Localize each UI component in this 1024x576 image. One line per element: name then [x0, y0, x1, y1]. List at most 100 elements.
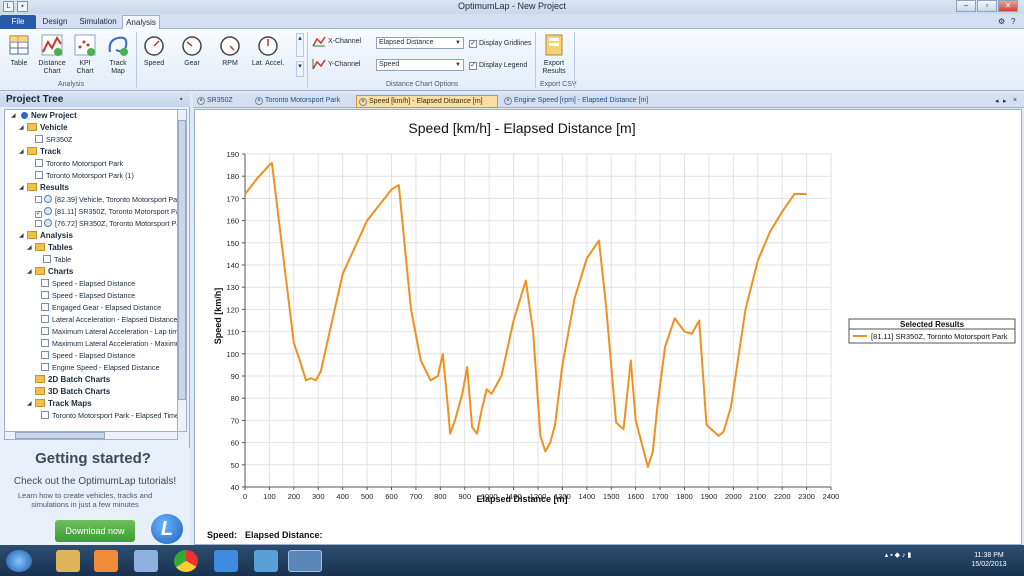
tray-icons[interactable]: ▴ ▪ ◆ ♪ ▮ — [868, 551, 928, 560]
explorer-icon[interactable] — [56, 550, 80, 572]
project-tree-header: Project Tree — [0, 93, 190, 107]
tree-item-charts[interactable]: Charts — [35, 266, 73, 278]
tree-item-track[interactable]: Track — [27, 146, 61, 158]
minimize-button[interactable]: – — [956, 0, 976, 12]
tree-item-track-2[interactable]: Toronto Motorsport Park (1) — [35, 170, 134, 182]
expand-icon[interactable]: ◢ — [19, 182, 25, 194]
result-checkbox[interactable]: ✓ — [35, 211, 42, 218]
chrome-icon[interactable] — [174, 550, 198, 572]
gridlines-checkbox[interactable]: ✓ — [469, 40, 477, 48]
gallery-scroll-down[interactable]: ▾ — [296, 61, 304, 77]
doc-tab-label: Toronto Motorsport Park — [265, 97, 341, 104]
tab-analysis[interactable]: Analysis — [122, 15, 160, 29]
expand-icon[interactable]: ◢ — [27, 266, 33, 278]
legend-checkbox[interactable]: ✓ — [469, 62, 477, 70]
gallery-scroll-up[interactable]: ▴ — [296, 33, 304, 57]
clock[interactable]: 11:38 PM 15/02/2013 — [962, 551, 1016, 569]
tree-item-label: New Project — [31, 111, 77, 120]
y-tick-labels: 40 50 60 70 80 90 100 110 120 130 140 150 160 170 180 1… — [226, 150, 239, 492]
media-player-icon[interactable] — [94, 550, 118, 572]
maximize-button[interactable]: ▫ — [977, 0, 997, 12]
rpm-button[interactable]: RPM — [216, 32, 244, 68]
help-icon[interactable]: ? — [1011, 17, 1015, 26]
close-button[interactable]: ✕ — [998, 0, 1018, 12]
scroll-thumb[interactable] — [178, 120, 186, 400]
tree-item-3d-batch[interactable]: 3D Batch Charts — [35, 386, 110, 398]
doc-tab-engine-chart[interactable]: × Engine Speed [rpm] - Elapsed Distance [… — [502, 95, 662, 108]
lat-accel-button[interactable]: Lat. Accel. — [250, 32, 286, 68]
tree-item-chart[interactable]: Speed - Elapsed Distance — [41, 278, 135, 290]
optimumlap-taskbar-icon[interactable] — [288, 550, 322, 572]
folder-icon — [27, 183, 37, 191]
internet-explorer-icon[interactable] — [214, 550, 238, 572]
tree-item-chart[interactable]: Maximum Lateral Acceleration - Maximu — [41, 338, 177, 350]
tree-item-sr350z[interactable]: SR350Z — [35, 134, 72, 146]
tab-scroll-right-icon[interactable]: ▸ — [1003, 97, 1007, 105]
expand-icon[interactable]: ◢ — [19, 230, 25, 242]
pin-icon[interactable]: ▪ — [180, 96, 182, 103]
doc-tab-speed-chart[interactable]: × Speed [km/h] - Elapsed Distance [m] — [356, 95, 498, 108]
tree-item-chart[interactable]: Speed - Elapsed Distance — [41, 290, 135, 302]
pinned-app-icon[interactable] — [134, 550, 158, 572]
tree-item-tables[interactable]: Tables — [35, 242, 73, 254]
tree-item-table[interactable]: Table — [43, 254, 71, 266]
tree-item-result-3[interactable]: [76.72] SR350Z, Toronto Motorsport Pa — [35, 218, 177, 230]
speed-button[interactable]: Speed — [140, 32, 168, 68]
expand-icon[interactable]: ◢ — [11, 110, 17, 122]
pinned-app-icon[interactable] — [254, 550, 278, 572]
close-tab-icon[interactable]: × — [197, 97, 205, 105]
y-channel-select[interactable]: Speed ▼ — [376, 59, 464, 71]
track-icon — [35, 159, 43, 167]
close-tab-icon[interactable]: × — [359, 98, 367, 106]
table-button[interactable]: Table — [6, 32, 32, 68]
tree-item-new-project[interactable]: New Project — [21, 110, 77, 122]
tree-horizontal-scrollbar[interactable] — [4, 431, 178, 440]
tree-item-chart[interactable]: Engaged Gear - Elapsed Distance — [41, 302, 161, 314]
settings-icon[interactable]: ⚙ — [998, 17, 1005, 26]
export-results-button[interactable]: Export Results — [538, 32, 570, 76]
distance-chart-button[interactable]: Distance Chart — [36, 32, 68, 76]
tree-vertical-scrollbar[interactable] — [177, 109, 187, 432]
download-now-button[interactable]: Download now — [55, 520, 135, 542]
project-tree-pane: Project Tree ▪ ◢ New Project ◢ Vehicle S… — [0, 93, 190, 545]
x-channel-select[interactable]: Elapsed Distance ▼ — [376, 37, 464, 49]
tree-item-track-1[interactable]: Toronto Motorsport Park — [35, 158, 123, 170]
doc-tab-track[interactable]: × Toronto Motorsport Park — [253, 95, 353, 108]
scroll-thumb[interactable] — [15, 432, 105, 439]
tree-item-track-map[interactable]: Toronto Motorsport Park - Elapsed Time — [41, 410, 177, 422]
kpi-chart-button[interactable]: KPI Chart — [70, 32, 100, 76]
expand-icon[interactable]: ◢ — [19, 146, 25, 158]
tree-item-result-2[interactable]: ✓ [81.11] SR350Z, Toronto Motorsport Pa — [35, 206, 177, 218]
tab-design[interactable]: Design — [38, 15, 72, 29]
tree-item-chart[interactable]: Lateral Acceleration - Elapsed Distance — [41, 314, 177, 326]
expand-icon[interactable]: ◢ — [27, 398, 33, 410]
expand-icon[interactable]: ◢ — [27, 242, 33, 254]
gear-button[interactable]: Gear — [178, 32, 206, 68]
tree-item-result-1[interactable]: [82.39] Vehicle, Toronto Motorsport Pa — [35, 194, 177, 206]
tree-item-track-maps[interactable]: Track Maps — [35, 398, 92, 410]
tree-item-chart[interactable]: Maximum Lateral Acceleration - Lap tim — [41, 326, 177, 338]
chart-legend[interactable]: Selected Results [81.11] SR350Z, Toronto… — [848, 318, 1016, 344]
start-button[interactable] — [6, 550, 32, 572]
track-map-button[interactable]: Track Map — [104, 32, 132, 76]
tab-scroll-left-icon[interactable]: ◂ — [995, 97, 999, 105]
tab-simulation[interactable]: Simulation — [76, 15, 120, 29]
tab-file[interactable]: File — [0, 15, 36, 29]
close-tab-icon[interactable]: × — [255, 97, 263, 105]
tree-item-chart[interactable]: Engine Speed - Elapsed Distance — [41, 362, 159, 374]
expand-icon[interactable]: ◢ — [19, 122, 25, 134]
speed-distance-chart[interactable]: Speed [km/h] - Elapsed Distance [m] 0 100… — [195, 110, 1021, 544]
tree-item-results[interactable]: Results — [27, 182, 69, 194]
tree-item-analysis[interactable]: Analysis — [27, 230, 73, 242]
doc-tab-sr350z[interactable]: × SR350Z — [195, 95, 251, 108]
result-checkbox[interactable] — [35, 220, 42, 227]
close-tab-icon[interactable]: × — [504, 97, 512, 105]
close-doc-icon[interactable]: × — [1013, 97, 1017, 104]
x-tick-label: 0 — [243, 492, 247, 501]
ribbon: Table Distance Chart KPI Chart Track Map… — [0, 29, 1024, 91]
tree-item-vehicle[interactable]: Vehicle — [27, 122, 68, 134]
tree-item-chart[interactable]: Speed - Elapsed Distance — [41, 350, 135, 362]
table-icon — [9, 35, 29, 55]
result-checkbox[interactable] — [35, 196, 42, 203]
tree-item-2d-batch[interactable]: 2D Batch Charts — [35, 374, 110, 386]
